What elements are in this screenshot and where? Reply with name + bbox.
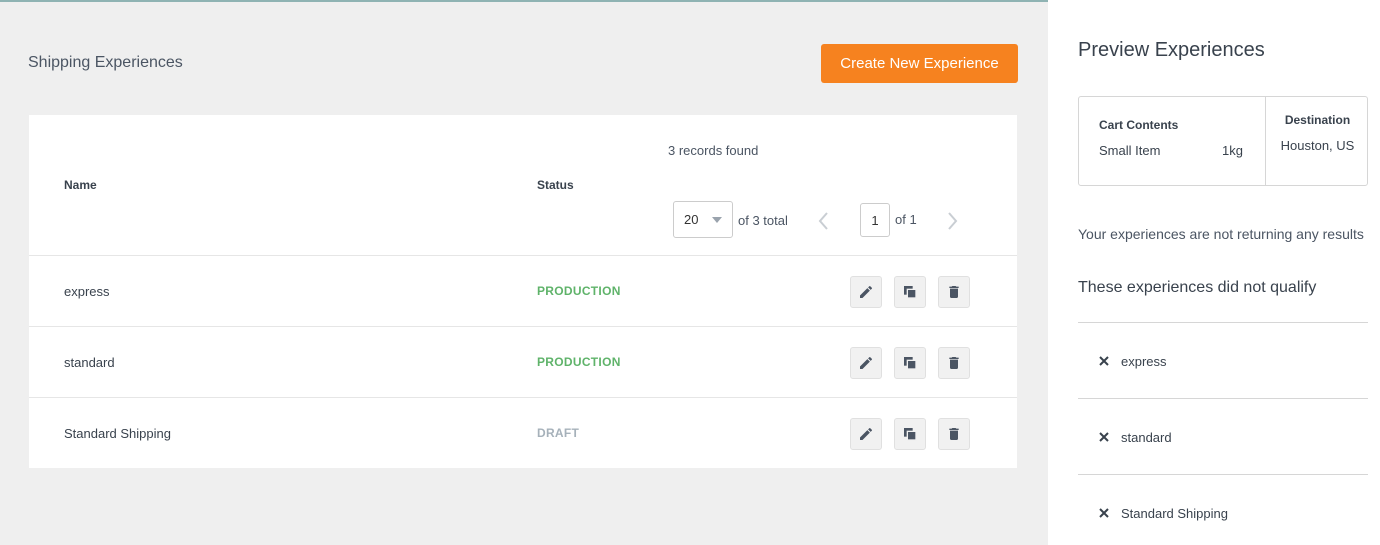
- trash-icon: [949, 357, 959, 369]
- experience-name[interactable]: standard: [64, 355, 115, 370]
- page-number-input[interactable]: 1: [860, 203, 890, 237]
- delete-button[interactable]: [938, 347, 970, 379]
- per-page-select[interactable]: 20: [673, 201, 733, 238]
- delete-button[interactable]: [938, 276, 970, 308]
- duplicate-button[interactable]: [894, 418, 926, 450]
- pencil-icon: [860, 285, 873, 298]
- status-badge: DRAFT: [537, 426, 580, 440]
- table-row: Standard Shipping DRAFT: [29, 397, 1017, 468]
- list-item: express: [1078, 322, 1368, 398]
- total-pages: of 1: [895, 212, 917, 227]
- duplicate-button[interactable]: [894, 276, 926, 308]
- column-header-name: Name: [64, 178, 97, 192]
- records-found-count: 3 records found: [668, 143, 759, 158]
- caret-down-icon: [712, 217, 722, 223]
- trash-icon: [949, 286, 959, 298]
- experience-name[interactable]: express: [64, 284, 110, 299]
- pencil-icon: [860, 427, 873, 440]
- status-badge: PRODUCTION: [537, 355, 621, 369]
- copy-icon: [904, 357, 917, 370]
- not-qualified-list: express standard Standard Shipping: [1078, 322, 1368, 545]
- cart-contents-label: Cart Contents: [1099, 118, 1179, 132]
- total-count: of 3 total: [738, 213, 788, 228]
- list-item: Standard Shipping: [1078, 474, 1368, 545]
- status-badge: PRODUCTION: [537, 284, 621, 298]
- pencil-icon: [860, 356, 873, 369]
- preview-title: Preview Experiences: [1078, 39, 1265, 61]
- not-qualified-name: Standard Shipping: [1121, 506, 1228, 521]
- edit-button[interactable]: [850, 276, 882, 308]
- copy-icon: [904, 428, 917, 441]
- column-header-status: Status: [537, 178, 574, 192]
- table-row: express PRODUCTION: [29, 255, 1017, 326]
- delete-button[interactable]: [938, 418, 970, 450]
- experiences-table: 3 records found Name Status 20 of 3 tota…: [29, 115, 1017, 468]
- close-icon: [1099, 508, 1109, 518]
- table-row: standard PRODUCTION: [29, 326, 1017, 397]
- copy-icon: [904, 286, 917, 299]
- not-qualify-heading: These experiences did not qualify: [1078, 279, 1317, 296]
- not-qualified-name: standard: [1121, 430, 1172, 445]
- preview-panel: Preview Experiences Cart Contents Small …: [1048, 0, 1380, 545]
- close-icon: [1099, 432, 1109, 442]
- main-panel: Shipping Experiences Create New Experien…: [0, 2, 1048, 545]
- divider: [1265, 97, 1266, 185]
- chevron-left-icon[interactable]: [814, 209, 834, 233]
- experience-name[interactable]: Standard Shipping: [64, 426, 171, 441]
- close-icon: [1099, 356, 1109, 366]
- cart-item[interactable]: Small Item: [1099, 143, 1160, 158]
- create-new-experience-button[interactable]: Create New Experience: [821, 44, 1018, 83]
- page-title: Shipping Experiences: [28, 54, 183, 71]
- edit-button[interactable]: [850, 418, 882, 450]
- not-qualified-name: express: [1121, 354, 1167, 369]
- duplicate-button[interactable]: [894, 347, 926, 379]
- destination-value[interactable]: Houston, US: [1279, 137, 1356, 154]
- list-item: standard: [1078, 398, 1368, 474]
- destination-label: Destination: [1284, 113, 1351, 127]
- trash-icon: [949, 428, 959, 440]
- chevron-right-icon[interactable]: [942, 209, 962, 233]
- preview-inputs: Cart Contents Small Item 1kg Destination…: [1078, 96, 1368, 186]
- edit-button[interactable]: [850, 347, 882, 379]
- cart-weight[interactable]: 1kg: [1222, 143, 1243, 158]
- no-results-message: Your experiences are not returning any r…: [1078, 226, 1364, 242]
- per-page-value: 20: [684, 212, 699, 227]
